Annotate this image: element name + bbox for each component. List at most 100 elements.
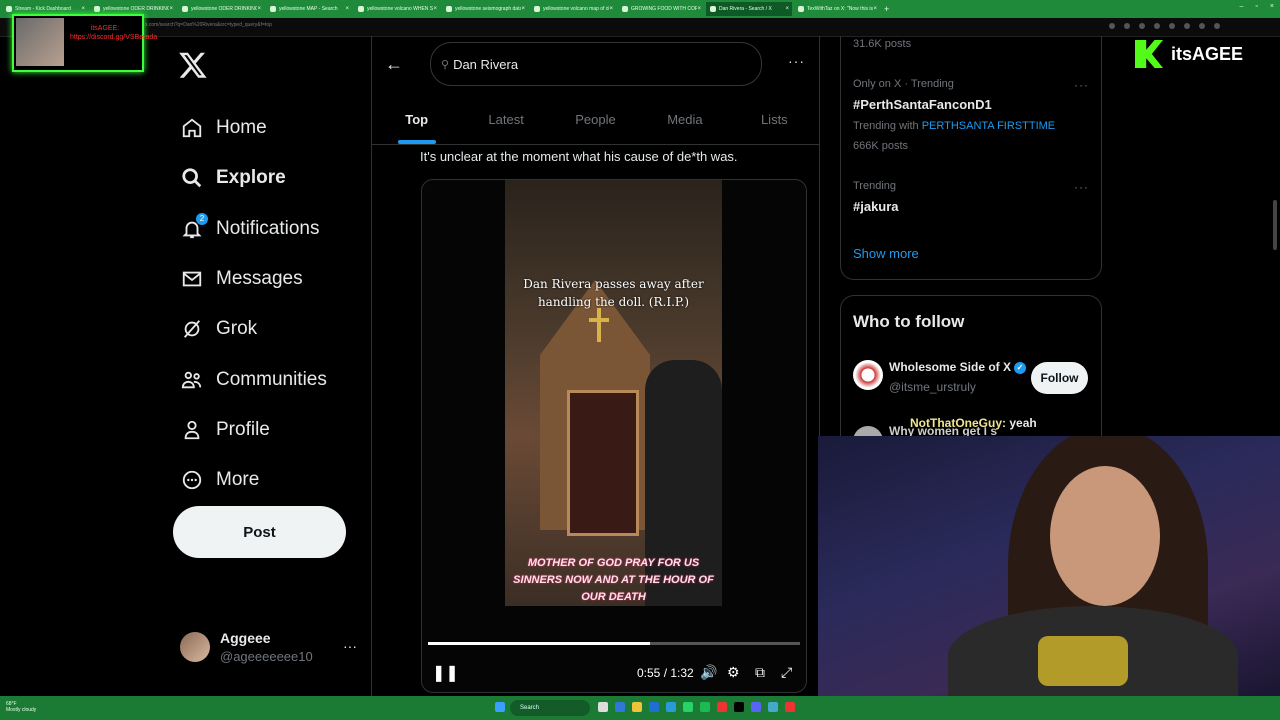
url-text[interactable]: x.com/search?q=Dan%20Rivera&src=typed_qu…: [145, 22, 272, 28]
who-to-follow-title: Who to follow: [853, 312, 965, 331]
app-icon[interactable]: [717, 702, 727, 712]
close-icon[interactable]: ×: [697, 6, 704, 12]
browser-tab[interactable]: GROWING FOOD WITH COFFEE×: [618, 2, 704, 16]
tab-top[interactable]: Top: [372, 94, 461, 144]
file-explorer-icon[interactable]: [632, 702, 642, 712]
back-arrow-icon[interactable]: ←: [385, 54, 403, 75]
page-scrollbar[interactable]: [1273, 200, 1277, 250]
nav-item-notifications[interactable]: 2 Notifications: [180, 204, 327, 254]
extension-icon[interactable]: [1199, 23, 1205, 29]
browser-tab[interactable]: TexWithTaz on X: "Now this is ju ×: [794, 2, 880, 16]
trend-name[interactable]: #jakura: [853, 199, 899, 214]
kick-logo-icon: [1135, 40, 1163, 68]
close-icon[interactable]: ×: [169, 6, 176, 12]
suggestion-name[interactable]: Wholesome Side of X ✓: [889, 360, 1027, 374]
browser-tab[interactable]: yellowstone volcano WHEN SOO×: [354, 2, 440, 16]
close-icon[interactable]: ×: [785, 6, 792, 12]
app-icon[interactable]: [615, 702, 625, 712]
close-icon[interactable]: ×: [873, 6, 880, 12]
x-logo-icon[interactable]: [178, 50, 208, 80]
edge-icon[interactable]: [666, 702, 676, 712]
search-icon: [180, 166, 204, 190]
extension-icon[interactable]: [1124, 23, 1130, 29]
video-player[interactable]: Dan Rivera passes away after handling th…: [421, 179, 807, 693]
extension-icon[interactable]: [1154, 23, 1160, 29]
tab-media[interactable]: Media: [640, 94, 729, 144]
extension-icon[interactable]: [1169, 23, 1175, 29]
video-progress-bar[interactable]: [428, 642, 800, 645]
volume-icon[interactable]: 🔊: [700, 664, 717, 681]
nav-item-explore[interactable]: Explore: [180, 153, 327, 203]
account-more-icon[interactable]: ···: [343, 638, 357, 654]
picture-in-picture-icon[interactable]: ⧉: [755, 664, 765, 681]
close-icon[interactable]: ×: [521, 6, 528, 12]
weather-widget[interactable]: 68°F Mostly cloudy: [6, 701, 36, 713]
nav-item-home[interactable]: Home: [180, 103, 327, 153]
settings-icon[interactable]: ⚙: [727, 664, 740, 681]
notification-badge: 2: [196, 212, 208, 225]
show-more-link[interactable]: Show more: [853, 246, 919, 261]
nav-item-communities[interactable]: Communities: [180, 354, 327, 404]
tab-latest[interactable]: Latest: [461, 94, 550, 144]
post-button[interactable]: Post: [173, 506, 346, 558]
verified-icon: ✓: [1014, 361, 1027, 374]
avatar[interactable]: [853, 360, 883, 390]
start-icon[interactable]: [495, 702, 505, 712]
chrome-icon[interactable]: [785, 702, 795, 712]
trend-with: Trending with PERTHSANTA FIRSTTIME: [853, 120, 1056, 132]
close-window-icon[interactable]: ×: [1270, 3, 1274, 10]
close-icon[interactable]: ×: [433, 6, 440, 12]
close-icon[interactable]: ×: [345, 6, 352, 12]
tab-people[interactable]: People: [551, 94, 640, 144]
search-options-icon[interactable]: ···: [788, 53, 805, 69]
search-input[interactable]: ⚲ Dan Rivera: [430, 42, 762, 86]
trend-more-icon[interactable]: ···: [1074, 180, 1089, 194]
discord-icon[interactable]: [751, 702, 761, 712]
profile-icon[interactable]: [1214, 23, 1220, 29]
close-icon[interactable]: ×: [609, 6, 616, 12]
app-icon[interactable]: [683, 702, 693, 712]
app-icon[interactable]: [768, 702, 778, 712]
search-query[interactable]: Dan Rivera: [453, 57, 518, 72]
nav-item-profile[interactable]: Profile: [180, 405, 327, 455]
browser-tab[interactable]: yellowstone volcano map of dem ×: [530, 2, 616, 16]
account-switcher[interactable]: Aggeee @ageeeeeee10 ···: [180, 630, 360, 664]
trend-more-icon[interactable]: ···: [1074, 78, 1089, 92]
app-icon[interactable]: [734, 702, 744, 712]
close-icon[interactable]: ×: [81, 6, 88, 12]
nav-item-more[interactable]: More: [180, 455, 327, 505]
picture-in-picture-overlay: itsAGEE: https://discord.gg/VSBerada: [12, 14, 157, 72]
video-frame[interactable]: Dan Rivera passes away after handling th…: [505, 180, 722, 606]
tab-lists[interactable]: Lists: [730, 94, 819, 144]
address-bar[interactable]: x.com/search?q=Dan%20Rivera&src=typed_qu…: [0, 18, 1280, 37]
home-icon: [180, 116, 204, 140]
trend-name[interactable]: #PerthSantaFanconD1: [853, 97, 992, 112]
pause-icon[interactable]: ❚❚: [432, 663, 459, 683]
close-icon[interactable]: ×: [257, 6, 264, 12]
minimize-icon[interactable]: –: [1240, 3, 1244, 10]
nav-item-messages[interactable]: Messages: [180, 254, 327, 304]
browser-tab[interactable]: yellowstone MAP - Search ×: [266, 2, 352, 16]
new-tab-button[interactable]: +: [884, 4, 889, 14]
video-progress-fill: [428, 642, 651, 645]
trend-with-link[interactable]: PERTHSANTA FIRSTTIME: [922, 120, 1055, 132]
extension-icon[interactable]: [1109, 23, 1115, 29]
favicon-icon: [94, 6, 100, 12]
nav-item-grok[interactable]: Grok: [180, 304, 327, 354]
extension-icon[interactable]: [1184, 23, 1190, 29]
spotify-icon[interactable]: [700, 702, 710, 712]
trends-panel: 31.6K posts Only on X · Trending ··· #Pe…: [840, 36, 1102, 280]
browser-tab[interactable]: yellowstone ODER DRINKING TH×: [178, 2, 264, 16]
maximize-icon[interactable]: ▫: [1255, 3, 1257, 10]
chat-text: yeah: [1009, 416, 1037, 430]
browser-tab[interactable]: yellowstone seismograph data U ×: [442, 2, 528, 16]
app-icon[interactable]: [649, 702, 659, 712]
follow-button[interactable]: Follow: [1031, 362, 1088, 394]
extension-icon[interactable]: [1139, 23, 1145, 29]
browser-tab-active[interactable]: Dan Rivera - Search / X ×: [706, 2, 792, 16]
fullscreen-icon[interactable]: ⤢: [781, 664, 792, 681]
nav-label: Home: [216, 117, 267, 139]
account-name: Aggeee: [220, 630, 271, 646]
taskbar-search[interactable]: Search: [510, 700, 590, 716]
task-view-icon[interactable]: [598, 702, 608, 712]
